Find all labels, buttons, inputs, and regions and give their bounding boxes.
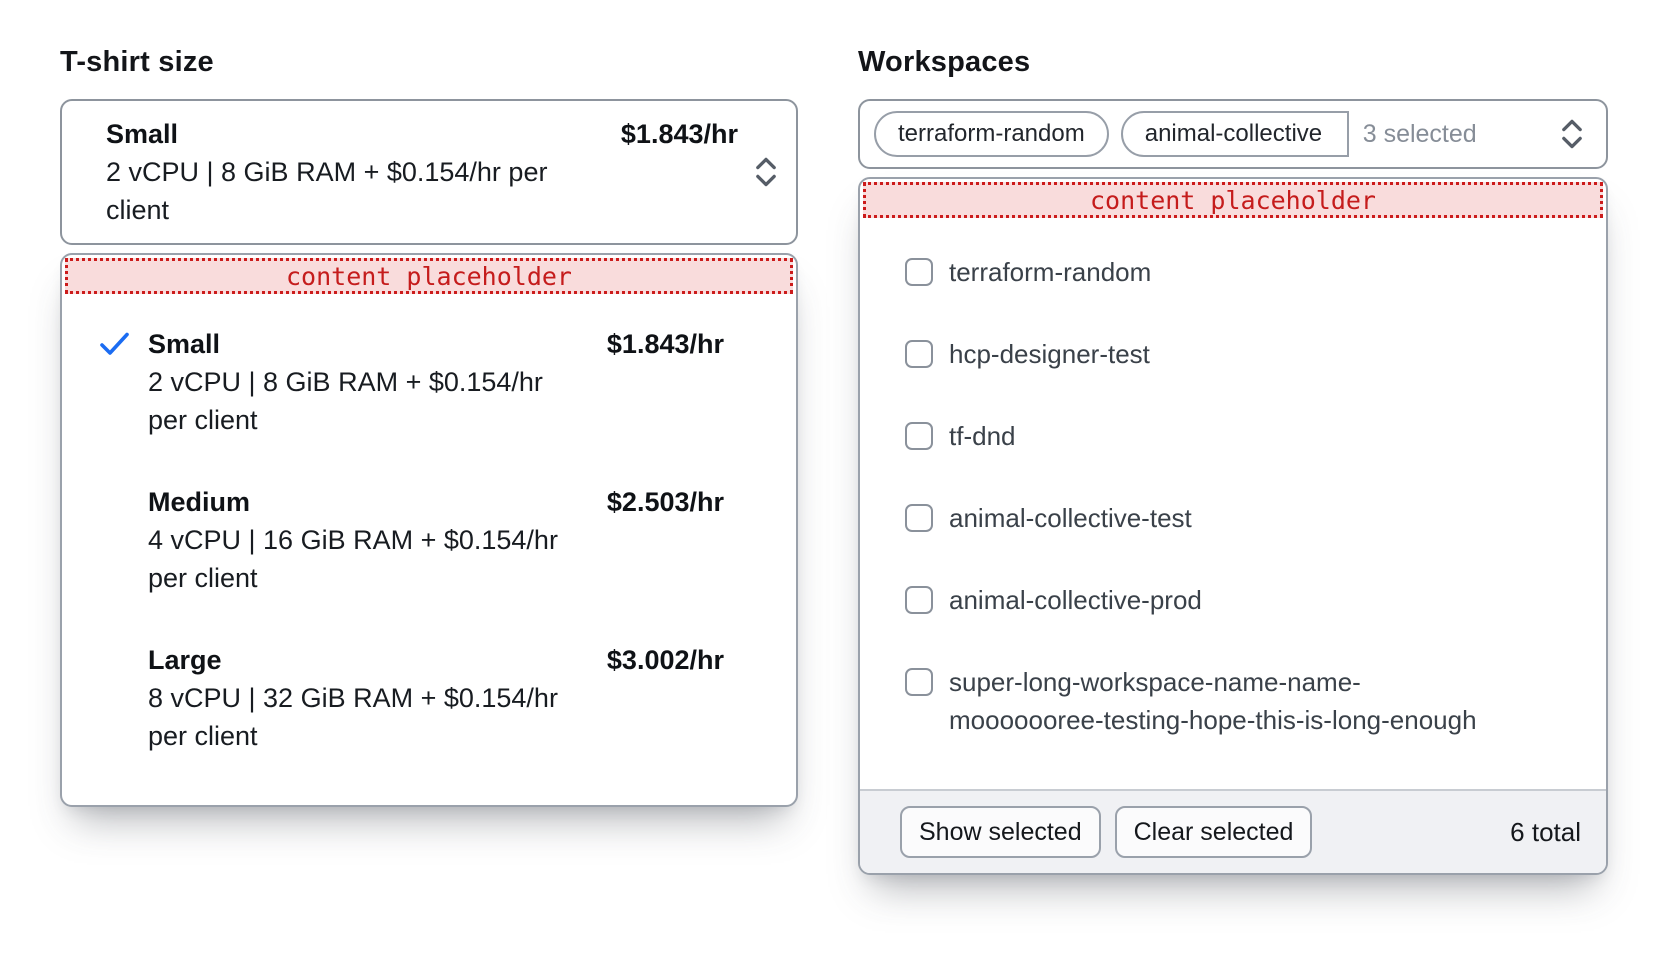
tshirt-option-list: Small $1.843/hr 2 vCPU | 8 GiB RAM + $0.… [62, 297, 796, 805]
workspaces-footer: Show selected Clear selected 6 total [860, 789, 1606, 873]
workspaces-select-trigger[interactable]: terraform-random animal-collective 3 sel… [858, 99, 1608, 169]
workspaces-dropdown-panel: content placeholder terraform-random hcp… [858, 177, 1608, 875]
option-description: 8 vCPU | 32 GiB RAM + $0.154/hr per clie… [148, 679, 583, 755]
show-selected-button[interactable]: Show selected [900, 806, 1101, 858]
selected-size-price: $1.843/hr [621, 115, 738, 153]
option-price: $2.503/hr [607, 483, 724, 521]
option-description: 4 vCPU | 16 GiB RAM + $0.154/hr per clie… [148, 521, 583, 597]
workspace-option-label: animal-collective-prod [949, 581, 1202, 619]
total-count: 6 total [1510, 817, 1581, 848]
option-medium[interactable]: Medium $2.503/hr 4 vCPU | 16 GiB RAM + $… [98, 483, 724, 597]
content-placeholder-banner: content placeholder [65, 258, 793, 294]
check-placeholder [98, 641, 148, 646]
check-icon [98, 325, 148, 358]
workspace-option-label: animal-collective-test [949, 499, 1192, 537]
check-placeholder [98, 483, 148, 488]
workspace-option-label: terraform-random [949, 253, 1151, 291]
option-description: 2 vCPU | 8 GiB RAM + $0.154/hr per clien… [148, 363, 583, 439]
workspace-option-label: tf-dnd [949, 417, 1016, 455]
option-large[interactable]: Large $3.002/hr 8 vCPU | 32 GiB RAM + $0… [98, 641, 724, 755]
option-title: Medium [148, 483, 250, 521]
component-preview-canvas: T-shirt size Small $1.843/hr 2 vCPU | 8 … [0, 0, 1672, 964]
checkbox[interactable] [905, 504, 933, 532]
selected-size-description: 2 vCPU | 8 GiB RAM + $0.154/hr per clien… [106, 153, 586, 229]
option-title: Large [148, 641, 222, 679]
clear-selected-button[interactable]: Clear selected [1115, 806, 1313, 858]
selected-pill-animal-collective: animal-collective [1121, 111, 1349, 157]
workspaces-label: Workspaces [858, 46, 1608, 79]
workspace-option-tf-dnd[interactable]: tf-dnd [905, 417, 1582, 455]
checkbox[interactable] [905, 258, 933, 286]
option-small[interactable]: Small $1.843/hr 2 vCPU | 8 GiB RAM + $0.… [98, 325, 724, 439]
selected-count: 3 selected [1363, 120, 1477, 149]
tshirt-trigger-content: Small $1.843/hr 2 vCPU | 8 GiB RAM + $0.… [106, 115, 738, 229]
selected-size-title: Small [106, 115, 178, 153]
caret-updown-icon [1558, 117, 1586, 151]
option-price: $1.843/hr [607, 325, 724, 363]
workspace-option-super-long-name[interactable]: super-long-workspace-name-name-moooooore… [905, 663, 1582, 739]
workspaces-section: Workspaces terraform-random animal-colle… [858, 46, 1608, 875]
tshirt-size-listbox: content placeholder Small $1.843/hr 2 vC… [60, 253, 798, 807]
workspace-option-list: terraform-random hcp-designer-test tf-dn… [860, 221, 1606, 789]
checkbox[interactable] [905, 668, 933, 696]
checkbox[interactable] [905, 586, 933, 614]
workspace-option-label: super-long-workspace-name-name-moooooore… [949, 663, 1504, 739]
workspace-option-animal-collective-test[interactable]: animal-collective-test [905, 499, 1582, 537]
caret-updown-icon [752, 155, 780, 189]
selected-pill-terraform-random: terraform-random [874, 111, 1109, 157]
checkbox[interactable] [905, 422, 933, 450]
option-price: $3.002/hr [607, 641, 724, 679]
workspace-option-terraform-random[interactable]: terraform-random [905, 253, 1582, 291]
checkbox[interactable] [905, 340, 933, 368]
option-title: Small [148, 325, 220, 363]
tshirt-size-select-trigger[interactable]: Small $1.843/hr 2 vCPU | 8 GiB RAM + $0.… [60, 99, 798, 245]
tshirt-size-label: T-shirt size [60, 46, 798, 79]
tshirt-size-section: T-shirt size Small $1.843/hr 2 vCPU | 8 … [60, 46, 798, 807]
content-placeholder-banner: content placeholder [863, 182, 1603, 218]
workspace-option-label: hcp-designer-test [949, 335, 1150, 373]
workspace-option-hcp-designer-test[interactable]: hcp-designer-test [905, 335, 1582, 373]
workspace-option-animal-collective-prod[interactable]: animal-collective-prod [905, 581, 1582, 619]
